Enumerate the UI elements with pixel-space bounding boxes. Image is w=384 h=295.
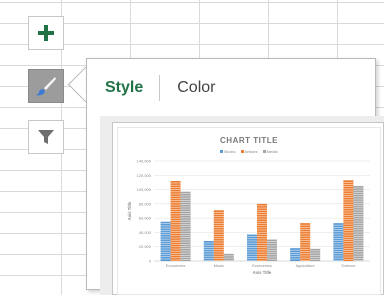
flyout-tabs: Style Color	[105, 75, 215, 101]
chart-filters-button[interactable]	[28, 120, 64, 154]
tab-color[interactable]: Color	[177, 79, 215, 97]
bar	[203, 241, 214, 261]
tab-divider	[159, 75, 161, 101]
x-tick-label: Economics	[252, 263, 272, 268]
bar	[300, 223, 311, 261]
chart-style-thumbnail[interactable]: CHART TITLE Books Articles Media 0 20,000…	[112, 122, 384, 295]
x-tick-label: Economics	[166, 263, 186, 268]
y-tick-label: 60,000	[139, 216, 152, 221]
y-tick-label: 40,000	[139, 230, 152, 235]
bar	[343, 180, 354, 261]
bar	[333, 223, 344, 261]
chart-plot-area: 0 20,000 40,000 60,000 80,000 100,000 120,000 1…	[127, 159, 370, 275]
y-tick-label: 140,000	[137, 159, 152, 164]
bar	[180, 191, 191, 261]
y-tick-label: 80,000	[139, 201, 152, 206]
y-tick-label: 100,000	[137, 187, 152, 192]
x-tick-label: Science	[341, 263, 356, 268]
y-tick-label: 20,000	[139, 244, 152, 249]
funnel-icon	[38, 130, 54, 144]
chart-styles-button[interactable]	[28, 69, 64, 103]
add-chart-elements-button[interactable]	[28, 16, 64, 50]
tab-style[interactable]: Style	[105, 79, 143, 97]
y-tick-label: 120,000	[137, 173, 152, 178]
x-tick-label: Agriculture	[296, 263, 316, 268]
x-axis-title: Axis Title	[253, 270, 272, 275]
plus-icon	[38, 25, 54, 41]
bar	[223, 253, 234, 261]
chart-preview: CHART TITLE Books Articles Media 0 20,000…	[117, 127, 381, 295]
paintbrush-icon	[36, 77, 56, 96]
bar	[213, 210, 224, 261]
y-tick-label: 0	[149, 259, 152, 264]
y-axis-title: Axis Title	[127, 201, 132, 220]
x-tick-label: Music	[214, 263, 224, 268]
